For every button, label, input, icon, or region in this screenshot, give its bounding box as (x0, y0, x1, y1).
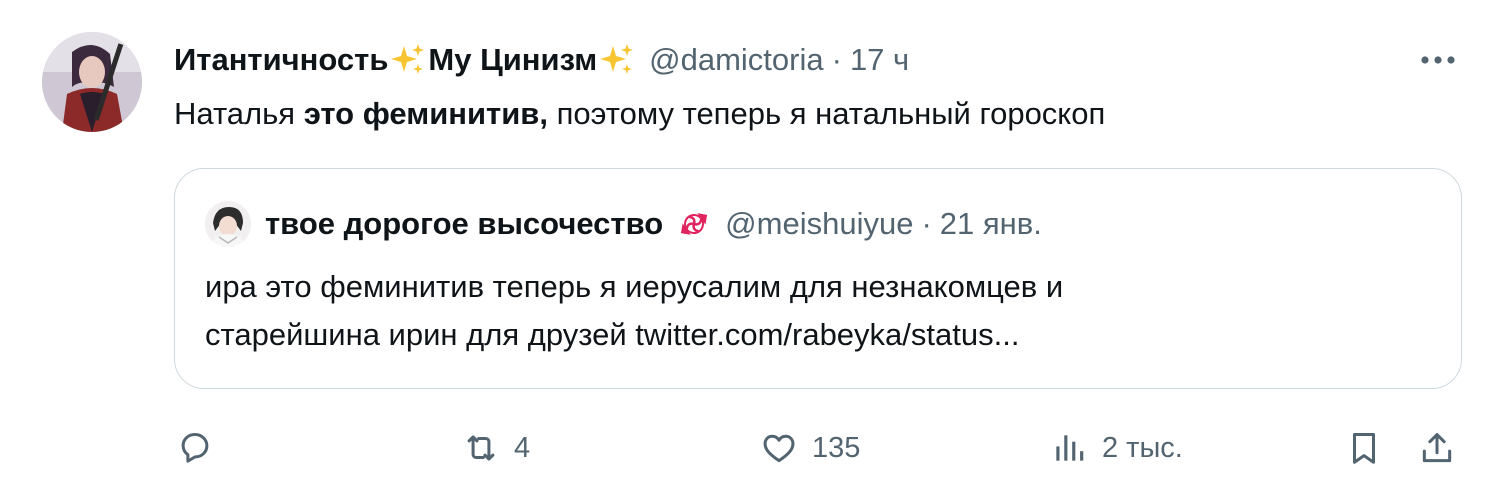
author-handle[interactable]: @damictoria (649, 38, 823, 82)
bookmark-icon (1352, 433, 1376, 464)
author-name-part2[interactable]: My Цинизм (428, 38, 597, 82)
sparkles-icon (600, 44, 634, 74)
tweet-text-part2: поэтому теперь я натальный гороскоп (547, 96, 1106, 131)
bookmark-button[interactable] (1345, 420, 1383, 476)
views-button[interactable]: 2 тыс. (1050, 420, 1183, 476)
quote-author-avatar[interactable] (205, 201, 251, 247)
retweet-count: 4 (514, 431, 531, 464)
share-icon (1422, 433, 1452, 463)
retweet-icon (467, 435, 495, 461)
action-bar: 4 135 2 тыс. (0, 420, 1500, 476)
reply-button[interactable] (176, 420, 228, 476)
retweet-button[interactable]: 4 (462, 420, 530, 476)
quote-avatar-image (205, 201, 251, 247)
tweet-timestamp[interactable]: 17 ч (850, 38, 909, 82)
share-button[interactable] (1418, 420, 1456, 476)
more-options-button[interactable] (1418, 42, 1458, 78)
quote-timestamp[interactable]: 21 янв. (940, 206, 1042, 242)
sparkles-icon (391, 44, 425, 74)
author-name-part1[interactable]: Итантичность (174, 38, 388, 82)
quoted-tweet[interactable]: твое дорогое высочество @meishuiyue · 21… (174, 168, 1462, 389)
tweet-header: Итантичность My Цинизм @damictoria · 17 … (174, 38, 909, 82)
quote-author-name[interactable]: твое дорогое высочество (265, 206, 663, 242)
views-count: 2 тыс. (1102, 431, 1183, 464)
more-horizontal-icon (1421, 56, 1455, 64)
quote-text-line1: ира это феминитив теперь я иерусалим для… (205, 269, 1064, 304)
candy-icon (681, 213, 708, 235)
tweet-card[interactable]: Итантичность My Цинизм @damictoria · 17 … (0, 0, 1500, 500)
author-avatar[interactable] (42, 32, 142, 132)
separator-dot: · (831, 42, 842, 77)
quote-separator-dot: · (921, 206, 932, 241)
tweet-text-bold: это феминитив, (303, 96, 548, 131)
tweet-text-part1: Наталья (174, 96, 304, 131)
views-icon (1056, 435, 1084, 461)
tweet-text: Наталья это феминитив, поэтому теперь я … (174, 90, 1105, 138)
quote-header: твое дорогое высочество @meishuiyue · 21… (205, 201, 1042, 247)
reply-icon (181, 433, 209, 463)
quote-author-handle[interactable]: @meishuiyue (725, 206, 913, 242)
like-button[interactable]: 135 (760, 420, 860, 476)
quote-text-line2: старейшина ирин для друзей twitter.com/r… (205, 317, 1020, 352)
heart-icon (763, 434, 795, 463)
quote-text: ира это феминитив теперь я иерусалим для… (205, 263, 1405, 359)
like-count: 135 (812, 431, 861, 464)
avatar-image (42, 32, 142, 132)
